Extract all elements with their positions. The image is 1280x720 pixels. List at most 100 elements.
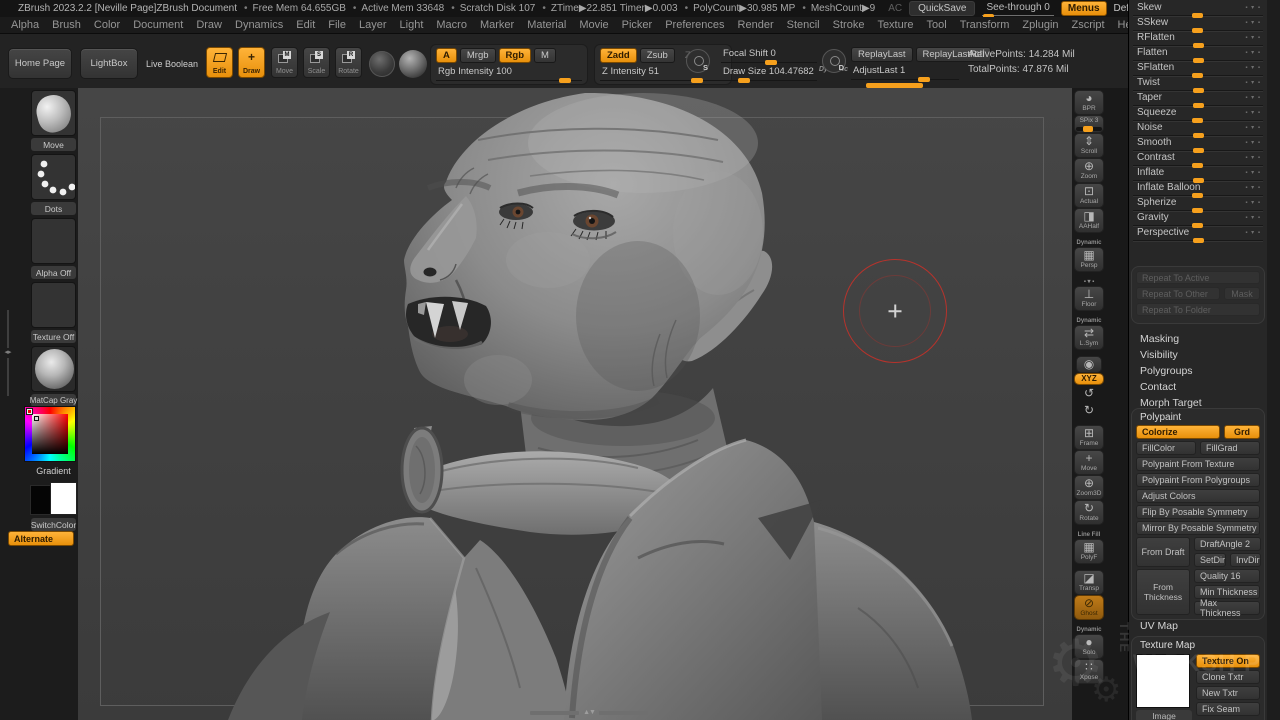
menubar-item[interactable]: Edit [296,19,315,31]
slider-axis-icons[interactable]: ▪ ▾ ▪ [1245,4,1261,11]
polypaint-action-button[interactable]: Mirror By Posable Symmetry [1136,521,1260,535]
rotate-camera-button[interactable]: ↻ Rotate [1074,501,1104,524]
tool-slider[interactable]: Inflate ▪ ▾ ▪ [1133,166,1263,181]
aahalf-button[interactable]: ◨ AAHalf [1074,209,1104,232]
tool-slider[interactable]: Twist ▪ ▾ ▪ [1133,76,1263,91]
subpalette-header[interactable]: Polygroups [1129,363,1265,379]
slider-axis-icons[interactable]: ▪ ▾ ▪ [1245,79,1261,86]
focal-shift-slider[interactable]: Focal Shift 0 [721,47,817,63]
move-mode-button[interactable]: M Move [271,47,298,78]
bpr-button[interactable]: ◕ BPR [1074,91,1104,114]
tool-slider[interactable]: Spherize ▪ ▾ ▪ [1133,196,1263,211]
menubar-item[interactable]: Stroke [833,19,865,31]
texture-on-button[interactable]: Texture On [1196,654,1260,668]
divider-arrows-icon[interactable]: ▲▼ [583,709,595,716]
slider-handle[interactable] [918,77,930,82]
menubar-item[interactable]: Document [133,19,183,31]
slider-handle[interactable] [738,78,750,83]
lightbox-button[interactable]: LightBox [80,48,138,79]
menubar-item[interactable]: Light [400,19,424,31]
material-thumbnail[interactable] [31,346,76,392]
tool-slider[interactable]: Skew ▪ ▾ ▪ [1133,1,1263,16]
tool-slider[interactable]: Flatten ▪ ▾ ▪ [1133,46,1263,61]
move-camera-button[interactable]: + Move [1074,451,1104,474]
subpalette-header[interactable]: Masking [1129,331,1265,347]
lsym-button[interactable]: Dynamic ⇄ L.Sym [1074,318,1104,349]
menubar-item[interactable]: Zscript [1072,19,1105,31]
home-page-button[interactable]: Home Page [8,48,72,79]
live-boolean-button[interactable]: Live Boolean [144,48,200,79]
colorize-button[interactable]: Colorize [1136,425,1220,439]
slider-axis-icons[interactable]: ▪ ▾ ▪ [1245,19,1261,26]
from-thickness-button[interactable]: From Thickness [1136,569,1190,615]
slider-axis-icons[interactable]: ▪ ▾ ▪ [1245,199,1261,206]
texture-thumbnail[interactable] [31,282,76,328]
slider-axis-icons[interactable]: ▪ ▾ ▪ [1245,169,1261,176]
transp-button[interactable]: ◪ Transp [1074,571,1104,594]
slider-axis-icons[interactable]: ▪ ▾ ▪ [1245,94,1261,101]
mask-button[interactable]: Mask [1224,287,1260,300]
solo-button[interactable]: Dynamic ● Solo [1074,627,1104,658]
switch-color-button[interactable]: SwitchColor [31,518,76,531]
draw-mode-button[interactable]: + Draw [238,47,265,78]
tool-slider[interactable]: Gravity ▪ ▾ ▪ [1133,211,1263,226]
persp-button[interactable]: Dynamic ▦ Persp [1074,240,1104,271]
adjust-last-slider[interactable]: AdjustLast 1 [851,64,959,80]
subpalette-header[interactable]: Visibility [1129,347,1265,363]
quicksave-button[interactable]: QuickSave [909,1,975,16]
menubar-item[interactable]: Stencil [787,19,820,31]
stroke-thumbnail[interactable] [31,154,76,200]
bottom-tray-divider[interactable]: ▲▼ [530,709,648,716]
zoom3d-button[interactable]: ⊕ Zoom3D [1074,476,1104,499]
paint-mode-button[interactable]: A [436,48,457,63]
alpha-thumbnail[interactable] [31,218,76,264]
menubar-item[interactable]: Dynamics [235,19,283,31]
current-material[interactable]: MatCap Gray [31,346,76,407]
current-alpha[interactable]: Alpha Off [31,218,76,279]
fillcolor-button[interactable]: FillColor [1136,441,1196,455]
slider-axis-icons[interactable]: ▪ ▾ ▪ [1245,49,1261,56]
tool-slider[interactable]: SSkew ▪ ▾ ▪ [1133,16,1263,31]
scroll-button[interactable]: ⇕ Scroll [1074,134,1104,157]
uv-map-header[interactable]: UV Map [1129,620,1178,632]
paint-mode-button[interactable]: M [534,48,556,63]
tool-slider[interactable]: Squeeze ▪ ▾ ▪ [1133,106,1263,121]
menus-toggle-button[interactable]: Menus [1061,1,1107,16]
scale-mode-button[interactable]: S Scale [303,47,330,78]
menubar-item[interactable]: Material [527,19,566,31]
sculpt-model[interactable] [78,88,1072,720]
menubar-item[interactable]: Picker [622,19,653,31]
fillgrad-button[interactable]: FillGrad [1200,441,1260,455]
replay-dial-icon[interactable]: D [822,49,846,73]
slider-handle[interactable] [1193,238,1204,243]
tool-slider[interactable]: Contrast ▪ ▾ ▪ [1133,151,1263,166]
tool-slider[interactable]: Smooth ▪ ▾ ▪ [1133,136,1263,151]
mini-slider[interactable] [1076,127,1102,131]
actual-button[interactable]: ⊡ Actual [1074,184,1104,207]
polypaint-action-button[interactable]: Adjust Colors [1136,489,1260,503]
min-thickness-slider[interactable]: Min Thickness [1194,585,1260,599]
alternate-button[interactable]: Alternate [8,531,74,546]
polyf-button[interactable]: Line Fill ▦ PolyF [1074,532,1104,563]
fix-seam-button[interactable]: Fix Seam [1196,702,1260,716]
color-picker[interactable] [24,406,76,462]
texture-map-header[interactable]: Texture Map [1136,640,1260,653]
tool-slider[interactable]: RFlatten ▪ ▾ ▪ [1133,31,1263,46]
clone-txtr-button[interactable]: Clone Txtr [1196,670,1260,684]
draft-angle-slider[interactable]: DraftAngle 2 [1194,537,1261,551]
new-txtr-button[interactable]: New Txtr [1196,686,1260,700]
xpose-button[interactable]: ∷ Xpose [1074,660,1104,683]
menubar-item[interactable]: Texture [877,19,913,31]
spin-left-button[interactable]: ↺ [1074,386,1104,401]
menubar-item[interactable]: Zplugin [1022,19,1058,31]
quality-slider[interactable]: Quality 16 [1194,569,1260,583]
slider-handle[interactable] [559,78,571,83]
paint-mode-button[interactable]: Mrgb [460,48,496,63]
sculpt-mode-button[interactable]: Zsub [640,48,675,63]
current-stroke[interactable]: Dots [31,154,76,215]
tool-slider[interactable]: SFlatten ▪ ▾ ▪ [1133,61,1263,76]
default-zscript-button[interactable]: DefaultZScript [1114,3,1128,14]
left-tray-divider[interactable]: ◂▸ [2,310,14,396]
current-brush[interactable]: Move [31,90,76,151]
polypaint-header[interactable]: Polypaint [1136,412,1260,425]
